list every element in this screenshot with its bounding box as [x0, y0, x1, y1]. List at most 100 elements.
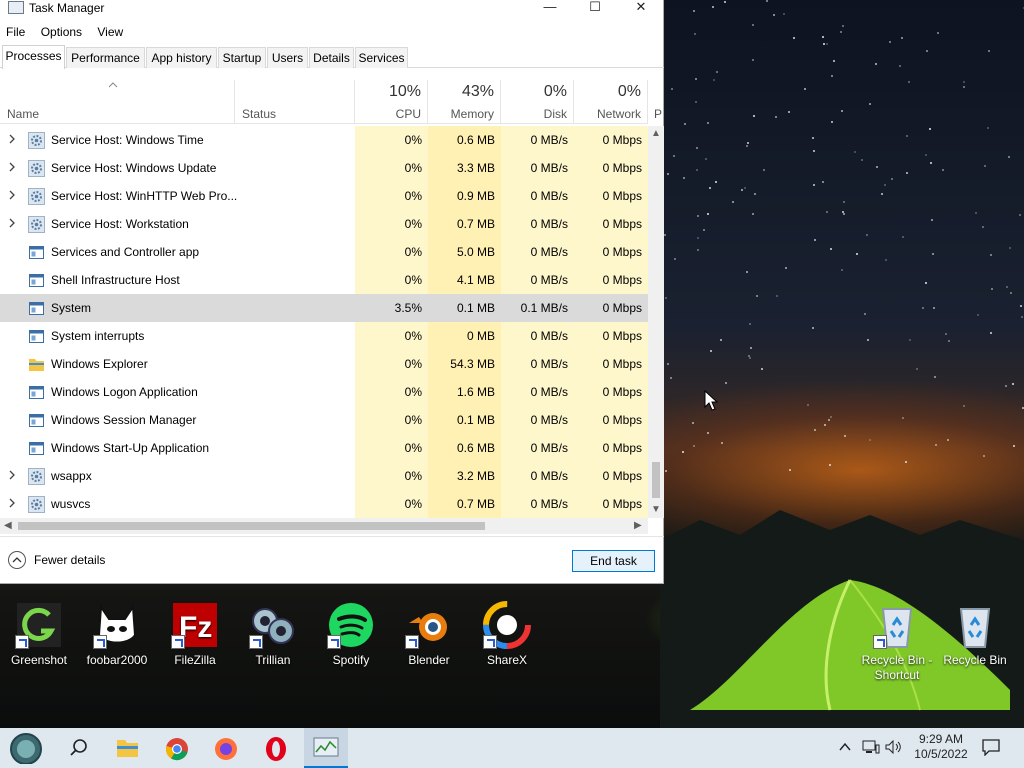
start-button[interactable]: [6, 732, 46, 765]
fewer-details-button[interactable]: Fewer details: [8, 551, 105, 569]
column-status[interactable]: Status: [235, 80, 355, 124]
taskbar-chrome[interactable]: [157, 732, 197, 764]
tab-users[interactable]: Users: [267, 47, 308, 68]
star: [942, 168, 945, 171]
process-row[interactable]: Windows Session Manager 0% 0.1 MB 0 MB/s 0 M…: [0, 406, 648, 434]
star: [888, 41, 891, 44]
process-row[interactable]: Service Host: WinHTTP Web Pro... 0% 0.9 MB…: [0, 182, 648, 210]
process-row[interactable]: Services and Controller app 0% 5.0 MB 0 MB/…: [0, 238, 648, 266]
minimize-button[interactable]: —: [527, 0, 573, 16]
process-name: wusvcs: [51, 497, 91, 511]
star: [826, 210, 829, 213]
expand-chevron-icon[interactable]: [6, 497, 18, 509]
desktop-icon-trillian[interactable]: Trillian: [234, 601, 312, 668]
action-center-icon[interactable]: [982, 738, 1000, 759]
desktop-icon-recycle-bin[interactable]: Recycle Bin: [936, 601, 1014, 668]
maximize-button[interactable]: ☐: [572, 0, 618, 16]
desktop-icon-foobar2000[interactable]: foobar2000: [78, 601, 156, 668]
scroll-right-icon[interactable]: ▶: [634, 520, 642, 531]
desktop-icon-sharex[interactable]: ShareX: [468, 601, 546, 668]
process-name-cell: Services and Controller app: [0, 238, 235, 266]
end-task-button[interactable]: End task: [572, 550, 655, 572]
mouse-cursor-icon: [704, 390, 718, 411]
expand-chevron-icon[interactable]: [6, 161, 18, 173]
fewer-details-label: Fewer details: [34, 553, 106, 567]
app-window-icon: [28, 440, 45, 457]
process-row[interactable]: Windows Start-Up Application 0% 0.6 MB 0 MB…: [0, 434, 648, 462]
taskbar-opera[interactable]: [256, 732, 296, 764]
scroll-up-icon[interactable]: ▲: [651, 128, 661, 139]
star: [804, 88, 807, 91]
taskbar-file-explorer[interactable]: [107, 732, 147, 764]
network-total-percent: 0%: [617, 83, 641, 100]
desktop-icon-blender[interactable]: Blender: [390, 601, 468, 668]
process-row[interactable]: System interrupts 0% 0 MB 0 MB/s 0 Mbps: [0, 322, 648, 350]
star: [664, 233, 667, 236]
sharex-icon: [483, 601, 531, 649]
star: [990, 331, 993, 334]
menu-view[interactable]: View: [91, 23, 129, 39]
star: [746, 144, 749, 147]
network-icon[interactable]: [862, 740, 880, 757]
show-hidden-icons-icon[interactable]: [838, 740, 852, 757]
tab-details[interactable]: Details: [309, 47, 354, 68]
desktop-icon-recycle-bin-shortcut[interactable]: Recycle Bin - Shortcut: [858, 601, 936, 683]
expand-chevron-icon[interactable]: [6, 469, 18, 481]
desktop-icon-spotify[interactable]: Spotify: [312, 601, 390, 668]
expand-chevron-icon[interactable]: [6, 189, 18, 201]
column-disk[interactable]: 0% Disk: [501, 80, 574, 124]
vertical-scroll-thumb[interactable]: [652, 462, 660, 498]
star: [732, 201, 735, 204]
search-button[interactable]: [58, 732, 98, 764]
star: [707, 431, 710, 434]
clock[interactable]: 9:29 AM 10/5/2022: [911, 732, 971, 762]
column-memory[interactable]: 43% Memory: [428, 80, 501, 124]
tab-processes[interactable]: Processes: [2, 45, 65, 69]
star: [990, 253, 993, 256]
scroll-down-icon[interactable]: ▼: [651, 504, 661, 515]
desktop-icon-filezilla[interactable]: Fz FileZilla: [156, 601, 234, 668]
process-row[interactable]: Service Host: Workstation 0% 0.7 MB 0 MB/s 0…: [0, 210, 648, 238]
expand-chevron-icon[interactable]: [6, 217, 18, 229]
star: [975, 211, 977, 214]
task-manager-icon: [313, 737, 339, 757]
menu-file[interactable]: File: [0, 23, 31, 39]
desktop-icon-greenshot[interactable]: Greenshot: [0, 601, 78, 668]
tab-app-history[interactable]: App history: [146, 47, 217, 68]
process-name-cell: Windows Logon Application: [0, 378, 235, 406]
horizontal-scroll-thumb[interactable]: [18, 522, 485, 530]
process-row[interactable]: System 3.5% 0.1 MB 0.1 MB/s 0 Mbps: [0, 294, 648, 322]
process-row[interactable]: Service Host: Windows Time 0% 0.6 MB 0 MB/s…: [0, 126, 648, 154]
process-row[interactable]: Service Host: Windows Update 0% 3.3 MB 0 MB…: [0, 154, 648, 182]
column-cpu[interactable]: 10% CPU: [355, 80, 428, 124]
tab-startup[interactable]: Startup: [218, 47, 266, 68]
process-row[interactable]: Windows Logon Application 0% 1.6 MB 0 MB/s 0…: [0, 378, 648, 406]
column-power[interactable]: P: [648, 80, 662, 124]
star: [1005, 285, 1008, 288]
menu-options[interactable]: Options: [35, 23, 88, 39]
tab-performance[interactable]: Performance: [66, 47, 145, 68]
vertical-scrollbar[interactable]: ▲ ▼: [648, 126, 664, 518]
taskbar-firefox[interactable]: [206, 732, 246, 764]
column-network[interactable]: 0% Network: [574, 80, 648, 124]
scroll-left-icon[interactable]: ◀: [4, 520, 12, 531]
title-bar[interactable]: Task Manager — ☐ ✕: [0, 0, 663, 16]
process-row[interactable]: Shell Infrastructure Host 0% 4.1 MB 0 MB/s 0…: [0, 266, 648, 294]
column-name[interactable]: Name: [0, 80, 235, 124]
process-status: [235, 294, 355, 322]
process-row[interactable]: Windows Explorer 0% 54.3 MB 0 MB/s 0 Mbps: [0, 350, 648, 378]
process-name: Windows Logon Application: [51, 385, 198, 399]
process-row[interactable]: wsappx 0% 3.2 MB 0 MB/s 0 Mbps: [0, 462, 648, 490]
star: [696, 214, 699, 217]
taskbar-task-manager[interactable]: [304, 728, 348, 768]
horizontal-scrollbar[interactable]: ◀ ▶: [0, 518, 648, 534]
volume-icon[interactable]: [885, 739, 903, 757]
close-button[interactable]: ✕: [618, 0, 664, 16]
process-row[interactable]: wusvcs 0% 0.7 MB 0 MB/s 0 Mbps: [0, 490, 648, 518]
recycle-bin-icon: [873, 601, 921, 649]
tab-services[interactable]: Services: [355, 47, 408, 68]
star: [841, 110, 844, 113]
process-disk: 0 MB/s: [501, 126, 574, 154]
star: [744, 187, 747, 190]
expand-chevron-icon[interactable]: [6, 133, 18, 145]
